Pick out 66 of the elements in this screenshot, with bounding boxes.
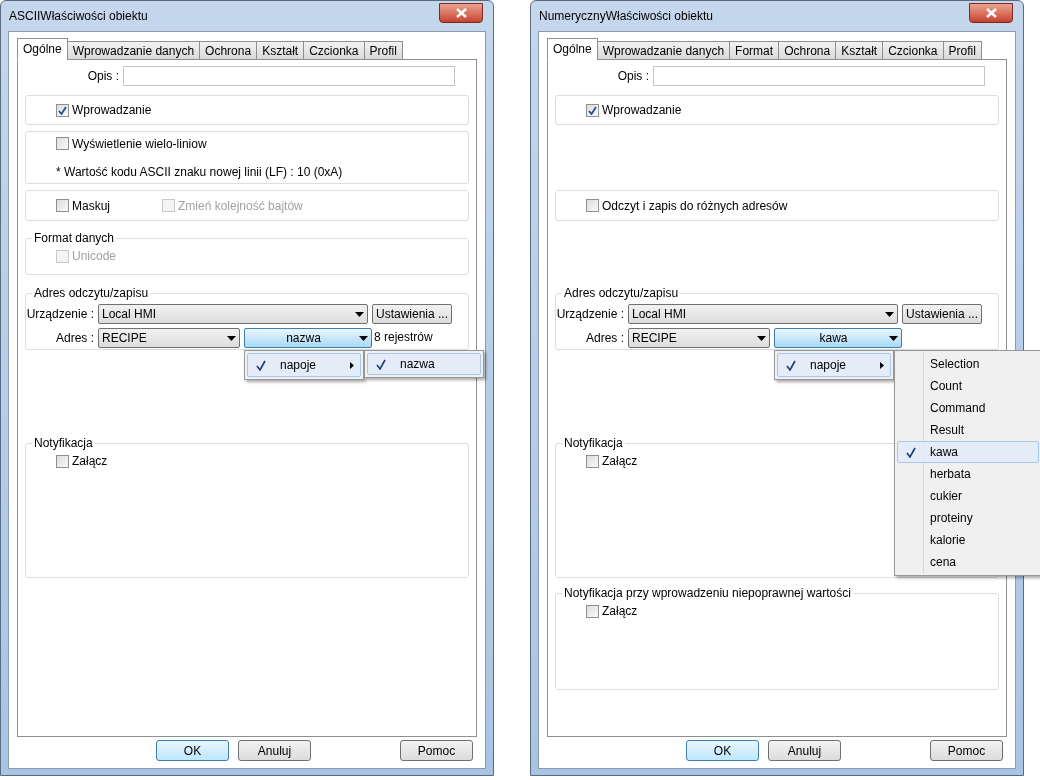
field-label: Adres :: [585, 330, 624, 347]
field-label: Urządzenie :: [556, 306, 624, 323]
menu-item[interactable]: Command: [897, 397, 1039, 419]
menu-item[interactable]: kawa: [897, 441, 1039, 463]
field-label: Urządzenie :: [26, 306, 94, 323]
menu-item[interactable]: Result: [897, 419, 1039, 441]
tab[interactable]: Wprowadzanie danych: [596, 41, 731, 60]
field-label: Adres :: [55, 330, 94, 347]
checkbox-label: Unicode: [72, 248, 117, 265]
tab[interactable]: Kształt: [835, 41, 884, 60]
group-title: Adres odczytu/zapisu: [33, 285, 150, 302]
tab[interactable]: Ogólne: [547, 38, 598, 60]
group-title: Notyfikacja: [563, 435, 624, 452]
menu-item[interactable]: nazwa: [367, 353, 481, 375]
menu-item[interactable]: cukier: [897, 485, 1039, 507]
checkbox-label: Załącz: [72, 453, 108, 470]
menu-item[interactable]: Selection: [897, 353, 1039, 375]
window-title: ASCIIWłaściwości obiektu: [9, 8, 148, 25]
menu-item[interactable]: herbata: [897, 463, 1039, 485]
settings-button[interactable]: Ustawienia ...: [902, 304, 982, 324]
checkbox-label: Wprowadzanie: [72, 102, 152, 119]
dialog-button[interactable]: OK: [156, 740, 229, 761]
tab[interactable]: Czcionka: [303, 41, 365, 60]
group-title: Format danych: [33, 230, 116, 247]
dialog-button[interactable]: Pomoc: [930, 740, 1003, 761]
checkbox-label: Maskuj: [72, 197, 110, 215]
group-title: Notyfikacja przy wprowadzeniu niepoprawnej wartości: [563, 585, 852, 602]
tab[interactable]: Czcionka: [882, 41, 944, 60]
address-dropdown[interactable]: RECIPE: [98, 328, 240, 348]
tab[interactable]: Kształt: [256, 41, 305, 60]
menu-item[interactable]: proteiny: [897, 507, 1039, 529]
register-count: 8 rejestrów: [374, 329, 433, 346]
tab[interactable]: Wprowadzanie danych: [66, 41, 201, 60]
tab[interactable]: Profil: [363, 41, 403, 60]
checkbox-label: Zmień kolejność bajtów: [178, 197, 303, 215]
menu-item[interactable]: Count: [897, 375, 1039, 397]
field-label: Opis :: [616, 68, 649, 85]
menu-item[interactable]: napoje: [247, 353, 361, 377]
device-dropdown[interactable]: Local HMI: [98, 304, 368, 324]
checkbox-label: Wyświetlenie wielo-liniow: [72, 135, 207, 153]
window-title: NumerycznyWłaściwości obiektu: [539, 8, 714, 25]
settings-button[interactable]: Ustawienia ...: [372, 304, 452, 324]
dialog-button[interactable]: Anuluj: [238, 740, 311, 761]
dialog-button[interactable]: OK: [686, 740, 759, 761]
tag-dropdown[interactable]: kawa: [774, 328, 902, 348]
field-label: Opis :: [86, 68, 119, 85]
group-title: Notyfikacja: [33, 435, 94, 452]
checkbox-label: Załącz: [602, 603, 638, 620]
dialog-button[interactable]: Anuluj: [768, 740, 841, 761]
tag-dropdown[interactable]: nazwa: [244, 328, 372, 348]
tab[interactable]: Ochrona: [199, 41, 258, 60]
tab[interactable]: Ogólne: [17, 38, 68, 60]
menu-item[interactable]: napoje: [777, 353, 891, 377]
address-dropdown[interactable]: RECIPE: [628, 328, 770, 348]
tab[interactable]: Ochrona: [778, 41, 837, 60]
menu-item[interactable]: cena: [897, 551, 1039, 573]
note-text: * Wartość kodu ASCII znaku nowej linii (LF) : 10 (0xA): [56, 163, 344, 181]
device-dropdown[interactable]: Local HMI: [628, 304, 898, 324]
checkbox-label: Wprowadzanie: [602, 102, 682, 119]
dialog-button[interactable]: Pomoc: [400, 740, 473, 761]
tab[interactable]: Format: [729, 41, 780, 60]
tab[interactable]: Profil: [942, 41, 982, 60]
checkbox-label: Załącz: [602, 453, 638, 470]
group-title: Adres odczytu/zapisu: [563, 285, 680, 302]
menu-item[interactable]: kalorie: [897, 529, 1039, 551]
checkbox-label: Odczyt i zapis do różnych adresów: [602, 197, 788, 215]
